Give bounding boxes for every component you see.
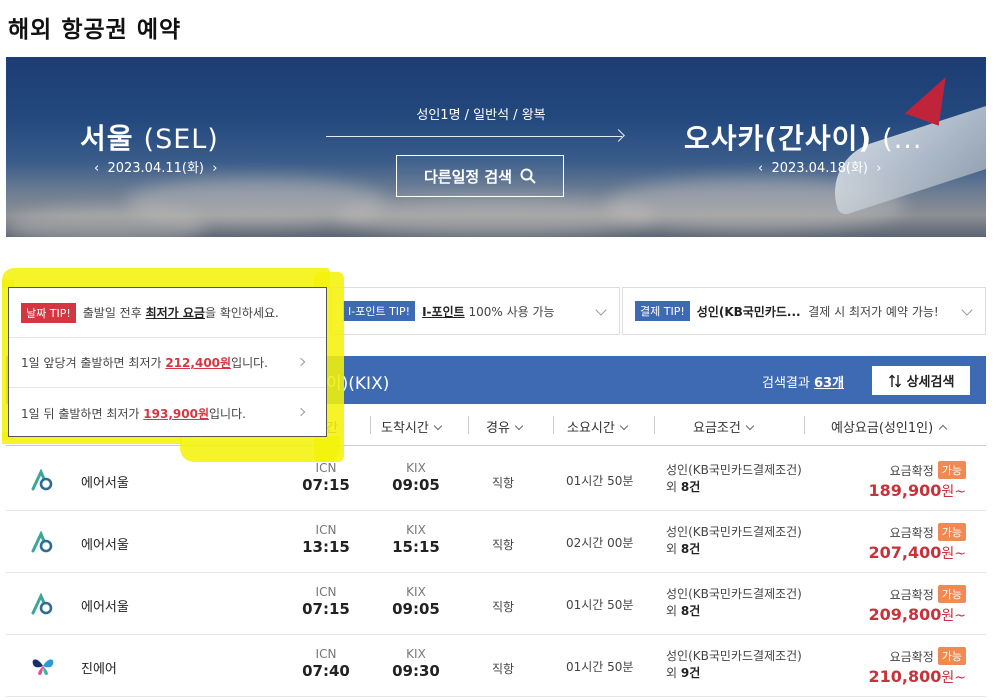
date-tip-earlier[interactable]: 1일 앞당겨 출발하면 최저가 212,400원 입니다. xyxy=(9,338,326,388)
available-badge: 가능 xyxy=(937,523,966,541)
sort-stops[interactable]: 경유 xyxy=(486,417,524,436)
airline-name: 에어서울 xyxy=(81,476,129,491)
payment-tip-badge: 결제 TIP! xyxy=(635,301,690,321)
available-badge: 가능 xyxy=(937,585,966,603)
departure: ICN 07:15 xyxy=(302,461,350,494)
flight-duration: 01시간 50분 xyxy=(566,474,634,488)
search-other-schedule-button[interactable]: 다른일정 검색 xyxy=(396,155,564,197)
flight-row[interactable]: 에어서울 ICN 07:15 KIX 09:05 직항 01시간 50분 성인(… xyxy=(6,449,986,511)
chevron-right-icon[interactable]: › xyxy=(212,161,217,176)
airline-name: 진에어 xyxy=(81,662,117,677)
origin-city[interactable]: 서울 (SEL) xyxy=(80,117,219,157)
flight-duration: 01시간 50분 xyxy=(566,598,634,612)
chevron-left-icon[interactable]: ‹ xyxy=(94,161,99,176)
departure: ICN 13:15 xyxy=(302,523,350,556)
filter-sliders-icon xyxy=(888,374,901,387)
fare-price[interactable]: 210,800원~ xyxy=(869,667,967,687)
point-tip-badge: I-포인트 TIP! xyxy=(343,301,416,321)
date-tip-badge: 날짜 TIP! xyxy=(21,302,76,323)
arrival: KIX 09:05 xyxy=(392,585,440,618)
departure: ICN 07:40 xyxy=(302,647,350,680)
flight-duration: 02시간 00분 xyxy=(566,536,634,550)
sort-estimated-fare[interactable]: 예상요금(성인1인) xyxy=(831,417,948,436)
fare-status: 요금확정 가능 xyxy=(890,647,966,665)
air-seoul-logo-icon xyxy=(31,593,53,615)
trip-info: 성인1명 / 일반석 / 왕복 xyxy=(416,108,546,123)
result-count: 검색결과 63개 xyxy=(762,376,845,391)
route-type: 직항 xyxy=(492,600,515,614)
flight-duration: 01시간 50분 xyxy=(566,660,634,674)
fare-status: 요금확정 가능 xyxy=(890,523,966,541)
chevron-down-icon xyxy=(745,421,755,431)
destination-city[interactable]: 오사카(간사이) (... xyxy=(684,117,922,157)
flight-row[interactable]: 진에어 ICN 07:40 KIX 09:30 직항 01시간 50분 성인(K… xyxy=(6,635,986,697)
arrival: KIX 15:15 xyxy=(392,523,440,556)
air-seoul-logo-icon xyxy=(31,531,53,553)
date-tip-later[interactable]: 1일 뒤 출발하면 최저가 193,900원 입니다. xyxy=(9,388,326,438)
itinerary-banner: 서울 (SEL) ‹ 2023.04.11(화) › 성인1명 / 일반석 / 왕… xyxy=(6,57,986,237)
departure: ICN 07:15 xyxy=(302,585,350,618)
jin-air-logo-icon xyxy=(32,659,54,675)
available-badge: 가능 xyxy=(937,647,966,665)
route-type: 직항 xyxy=(492,538,515,552)
available-badge: 가능 xyxy=(937,461,966,479)
payment-tip[interactable]: 결제 TIP! 성인(KB국민카드... 결제 시 최저가 예약 가능! xyxy=(622,287,986,335)
chevron-right-icon xyxy=(296,407,306,417)
route-type: 직항 xyxy=(492,662,515,676)
chevron-down-icon xyxy=(619,421,629,431)
fare-price[interactable]: 209,800원~ xyxy=(869,605,967,625)
origin-date[interactable]: ‹ 2023.04.11(화) › xyxy=(94,157,217,176)
date-tip-header[interactable]: 날짜 TIP! 출발일 전후 최저가 요금 을 확인하세요. xyxy=(9,288,326,338)
fare-condition[interactable]: 성인(KB국민카드결제조건) 외 9건 xyxy=(666,648,806,682)
detail-search-button[interactable]: 상세검색 xyxy=(872,366,970,395)
chevron-down-icon xyxy=(514,421,524,431)
fare-condition[interactable]: 성인(KB국민카드결제조건) 외 8건 xyxy=(666,462,806,496)
fare-price[interactable]: 189,900원~ xyxy=(869,481,967,501)
sort-fare-condition[interactable]: 요금조건 xyxy=(693,417,755,436)
fare-status: 요금확정 가능 xyxy=(890,461,966,479)
airline-name: 에어서울 xyxy=(81,600,129,615)
chevron-down-icon xyxy=(961,304,973,316)
fare-condition[interactable]: 성인(KB국민카드결제조건) 외 8건 xyxy=(666,586,806,620)
flight-row[interactable]: 에어서울 ICN 07:15 KIX 09:05 직항 01시간 50분 성인(… xyxy=(6,573,986,635)
search-icon xyxy=(520,168,536,184)
fare-condition[interactable]: 성인(KB국민카드결제조건) 외 8건 xyxy=(666,524,806,558)
chevron-up-icon xyxy=(938,424,948,434)
date-tip-panel: 날짜 TIP! 출발일 전후 최저가 요금 을 확인하세요. 1일 앞당겨 출발하… xyxy=(8,287,327,437)
chevron-down-icon xyxy=(433,421,443,431)
highlight-annotation xyxy=(2,268,330,288)
arrival: KIX 09:30 xyxy=(392,647,440,680)
route-type: 직항 xyxy=(492,476,515,490)
chevron-down-icon xyxy=(595,304,607,316)
air-seoul-logo-icon xyxy=(31,469,53,491)
chevron-left-icon[interactable]: ‹ xyxy=(758,161,763,176)
flight-row[interactable]: 에어서울 ICN 13:15 KIX 15:15 직항 02시간 00분 성인(… xyxy=(6,511,986,573)
fare-price[interactable]: 207,400원~ xyxy=(869,543,967,563)
sort-duration[interactable]: 소요시간 xyxy=(567,417,629,436)
sort-arrive-time[interactable]: 도착시간 xyxy=(381,417,443,436)
point-tip[interactable]: I-포인트 TIP! I-포인트 100% 사용 가능 xyxy=(330,287,620,335)
page-title: 해외 항공권 예약 xyxy=(8,17,182,43)
fare-status: 요금확정 가능 xyxy=(890,585,966,603)
airline-name: 에어서울 xyxy=(81,538,129,553)
destination-date[interactable]: ‹ 2023.04.18(화) › xyxy=(758,157,881,176)
chevron-right-icon xyxy=(296,357,306,367)
arrival: KIX 09:05 xyxy=(392,461,440,494)
chevron-right-icon[interactable]: › xyxy=(876,161,881,176)
arrow-right-icon xyxy=(612,129,625,142)
route-arrow-line xyxy=(326,136,622,137)
